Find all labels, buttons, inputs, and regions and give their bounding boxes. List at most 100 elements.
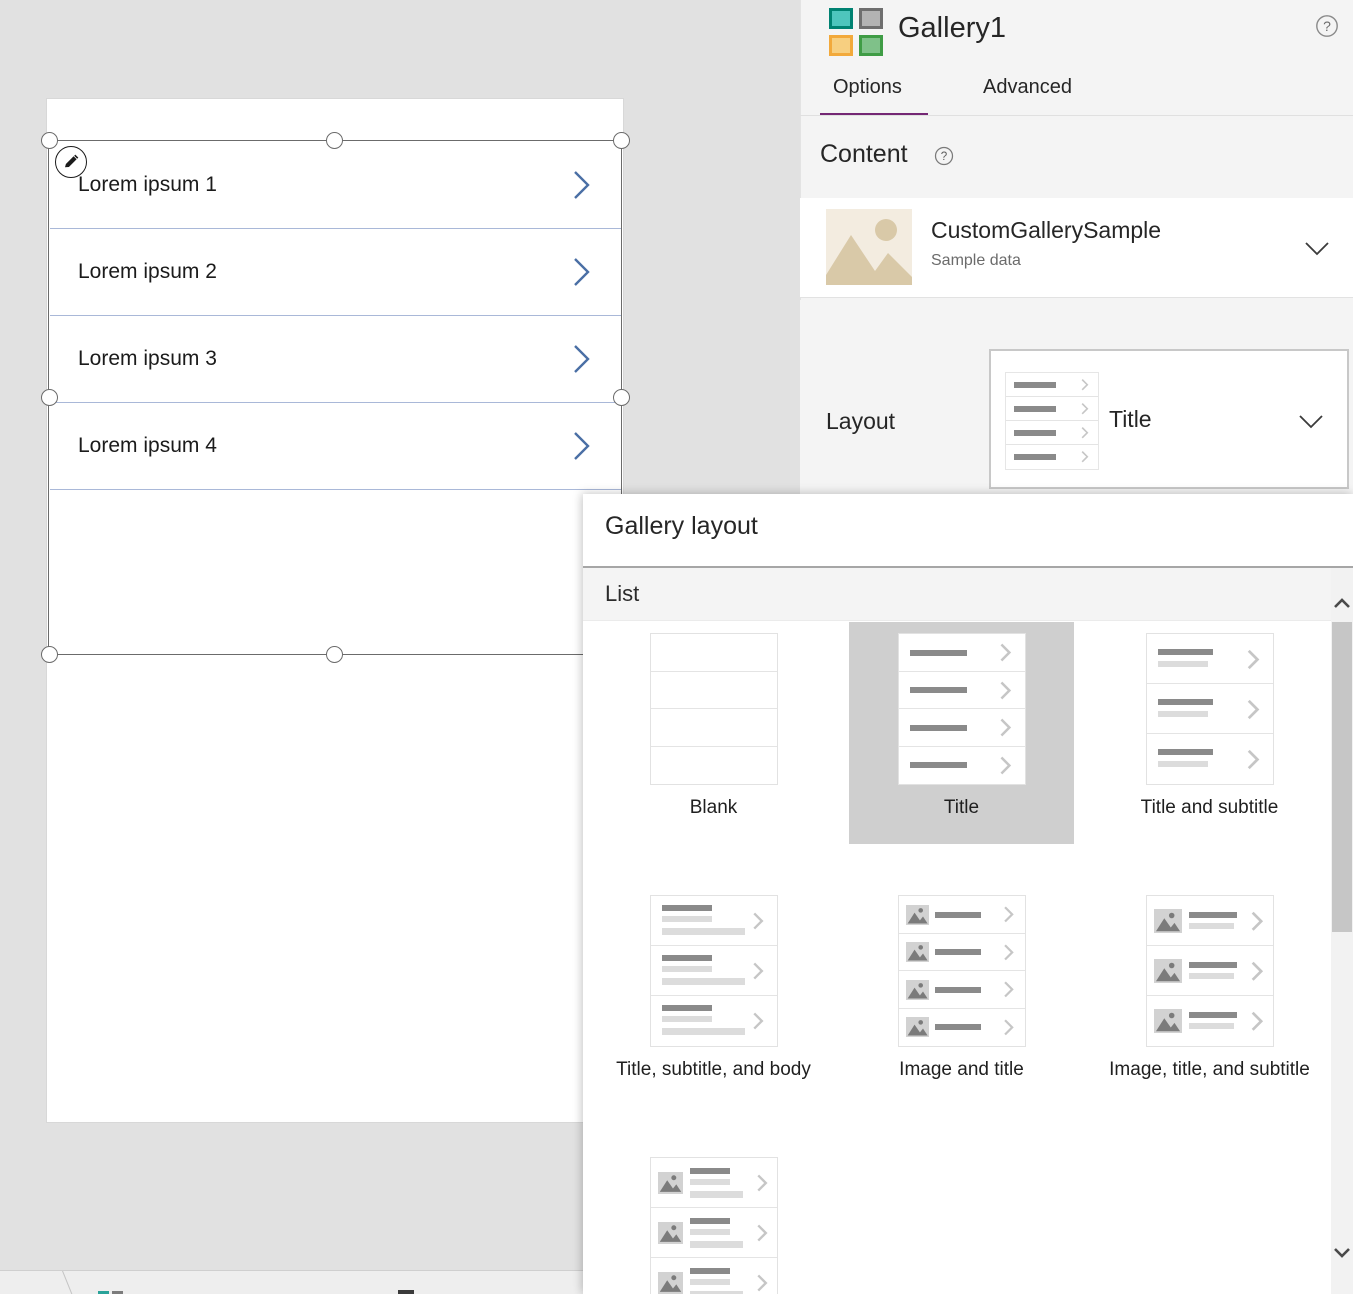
layout-thumbnail-row (898, 896, 1025, 934)
pencil-icon[interactable] (55, 146, 87, 178)
layout-thumbnail-row (650, 634, 777, 672)
title-bar-glyph (1189, 912, 1237, 918)
gallery-row[interactable]: Lorem ipsum 1 (50, 142, 622, 229)
layout-option[interactable]: Blank (601, 622, 826, 844)
content-section-heading: Content (820, 140, 908, 168)
resize-handle-bottom-center[interactable] (326, 646, 343, 663)
layout-option-thumbnail (1145, 633, 1274, 785)
chevron-down-icon[interactable] (1299, 230, 1335, 266)
chevron-right-glyph (755, 1273, 768, 1294)
gallery-row-label: Lorem ipsum 2 (78, 260, 217, 283)
layout-thumbnail-row (1147, 996, 1273, 1046)
chevron-right-icon[interactable] (570, 255, 594, 289)
title-bar-glyph (1189, 1012, 1237, 1018)
gallery-control[interactable]: Lorem ipsum 1 Lorem ipsum 2 Lorem ipsum 3 L… (50, 142, 622, 490)
text-bar-glyph (1189, 1023, 1235, 1029)
resize-handle-top-right[interactable] (613, 132, 630, 149)
title-bar-glyph (661, 905, 713, 911)
layout-setting-row: Layout Title (800, 300, 1353, 495)
layout-dropdown[interactable]: Title (989, 349, 1349, 489)
chevron-right-glyph (755, 1223, 768, 1248)
layout-thumbnail-row (1006, 373, 1098, 397)
gallery-row-label: Lorem ipsum 1 (78, 173, 217, 196)
resize-handle-bottom-left[interactable] (41, 646, 58, 663)
layout-option[interactable]: Title (849, 622, 1074, 844)
layout-option-label: Image, title, and subtitle (1109, 1059, 1310, 1080)
tab-options[interactable]: Options (815, 70, 920, 113)
scrollbar-thumb[interactable] (1332, 622, 1352, 932)
chevron-right-glyph (1245, 648, 1260, 676)
gallery-layout-flyout: Gallery layout List Blank Title Title and … (583, 494, 1353, 1294)
mini-document-icon (398, 1290, 414, 1294)
layout-thumbnail-row (1146, 634, 1273, 684)
layout-option[interactable]: Title, subtitle, and body (601, 884, 826, 1106)
gallery-row[interactable]: Lorem ipsum 4 (50, 403, 622, 490)
chevron-down-icon[interactable] (1293, 403, 1329, 439)
chevron-down-icon[interactable] (1331, 1238, 1353, 1266)
flyout-group-header: List (583, 568, 1353, 621)
title-bar-glyph (1014, 454, 1056, 460)
chevron-right-glyph (998, 717, 1012, 743)
text-bar-glyph (661, 978, 745, 985)
resize-handle-middle-right[interactable] (613, 389, 630, 406)
image-placeholder-glyph (1154, 908, 1183, 934)
help-circle-icon[interactable]: ? (934, 146, 954, 166)
gallery-row[interactable]: Lorem ipsum 2 (50, 229, 622, 316)
chevron-right-glyph (1245, 748, 1260, 776)
layout-thumbnail-row (1147, 734, 1273, 784)
flyout-scrollbar[interactable] (1331, 568, 1353, 1294)
chevron-right-glyph (1002, 943, 1014, 967)
chevron-right-icon[interactable] (570, 168, 594, 202)
chevron-right-icon[interactable] (570, 342, 594, 376)
title-bar-glyph (1014, 382, 1056, 388)
chevron-right-glyph (998, 680, 1012, 706)
layout-thumbnail (1146, 634, 1273, 784)
title-bar-glyph (690, 1218, 731, 1224)
layout-option[interactable] (601, 1146, 826, 1294)
resize-handle-top-center[interactable] (326, 132, 343, 149)
layout-thumbnail-row (1006, 421, 1098, 445)
layout-option-thumbnail (649, 633, 778, 785)
text-bar-glyph (1189, 973, 1235, 979)
layout-thumbnail-row (898, 971, 1025, 1009)
layout-thumbnail-row (650, 709, 777, 747)
flyout-title: Gallery layout (605, 512, 758, 540)
layout-thumbnail-row (651, 996, 777, 1046)
image-placeholder-glyph (1154, 1008, 1183, 1034)
resize-handle-top-left[interactable] (41, 132, 58, 149)
layout-thumbnail (650, 1158, 777, 1294)
layout-thumbnail-row (898, 709, 1025, 747)
layout-thumbnail-row (898, 934, 1025, 971)
layout-option-label: Image and title (899, 1059, 1024, 1080)
resize-handle-middle-left[interactable] (41, 389, 58, 406)
gallery-row[interactable]: Lorem ipsum 3 (50, 316, 622, 403)
layout-option-label: Blank (689, 797, 738, 818)
chevron-right-glyph (998, 755, 1012, 781)
layout-thumbnail-row (651, 747, 777, 785)
layout-option[interactable]: Image and title (849, 884, 1074, 1106)
layout-option[interactable]: Title and subtitle (1097, 622, 1322, 844)
text-bar-glyph (1157, 711, 1209, 717)
layout-thumbnail-row (899, 747, 1025, 785)
chevron-right-glyph (1249, 910, 1264, 938)
chevron-up-icon[interactable] (1331, 590, 1353, 618)
text-bar-glyph (1157, 661, 1209, 667)
layout-thumbnail-row (1146, 896, 1273, 946)
tab-advanced[interactable]: Advanced (965, 70, 1090, 113)
app-screen-surface[interactable]: Lorem ipsum 1 Lorem ipsum 2 Lorem ipsum 3 L… (46, 98, 624, 1123)
title-bar-glyph (935, 949, 981, 956)
chevron-right-icon[interactable] (570, 429, 594, 463)
title-bar-glyph (935, 1024, 981, 1031)
gallery-row-label: Lorem ipsum 3 (78, 347, 217, 370)
layout-thumbnail (1146, 896, 1273, 1046)
title-bar-glyph (909, 724, 967, 731)
image-placeholder-glyph (658, 1272, 684, 1294)
data-source-card[interactable]: CustomGallerySample Sample data (800, 198, 1353, 298)
layout-thumbnail-row (1146, 946, 1273, 996)
title-bar-glyph (935, 986, 981, 993)
layout-option[interactable]: Image, title, and subtitle (1097, 884, 1322, 1106)
title-bar-glyph (1189, 962, 1237, 968)
text-bar-glyph (690, 1241, 743, 1248)
image-placeholder-glyph (906, 1017, 930, 1038)
svg-text:?: ? (941, 150, 948, 163)
